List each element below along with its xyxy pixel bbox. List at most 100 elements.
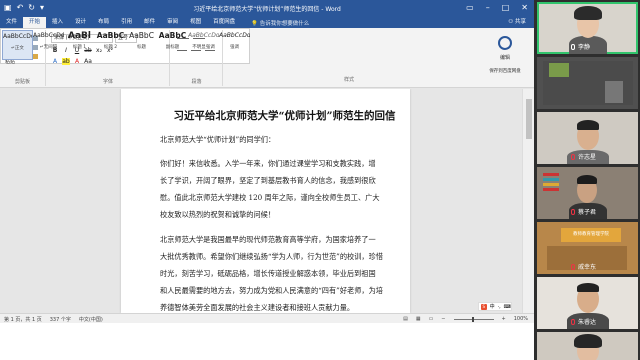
ime-keyboard-icon[interactable]: ⌨ [504,304,511,310]
mic-icon [571,43,575,50]
tab-review[interactable]: 审阅 [161,17,184,28]
style-sample: AaBbCcDd [3,33,32,40]
doc-line: 你们好！来信收悉。入学一年来，你们通过课堂学习和支教实践，增 [160,159,376,168]
style-no-spacing[interactable]: AaBbCcDd ↵无间隔 [33,30,64,60]
zoom-slider[interactable] [453,316,494,322]
title-bar: ▣ ↶ ↻ ▾ 习近平给北京师范大学“优师计划”师范生的回信 - Word ▭ … [0,0,534,17]
doc-line: 大批优秀教师。希望你们继续弘扬“学为人师，行为世范”的校训，珍惜 [160,252,383,261]
tab-design[interactable]: 设计 [69,17,92,28]
doc-line: 慰。值此北京师范大学建校 120 周年之际，谨向全校师生员工、广大 [160,193,380,202]
participant-name: 李静 [578,44,591,51]
save-to-netdisk-label[interactable]: 保存到百度网盘 [476,68,534,74]
clipboard-group-label: 剪贴板 [14,79,30,85]
document-page[interactable]: 习近平给北京师范大学“优师计划”师范生的回信 ↵ 北京师范大学“优师计划”的同学… [121,89,410,313]
sogou-ime-icon[interactable]: S [481,303,487,310]
doc-line: 时光，刻苦学习，砥砺品格，增长传道授业解惑本领，毕业后到祖国 [160,269,376,278]
word-count[interactable]: 337 个字 [50,316,71,323]
style-name: 副标题 [165,45,180,50]
close-icon[interactable]: ✕ [521,3,528,13]
participant-tile[interactable] [537,57,638,109]
scroll-thumb[interactable] [526,99,532,139]
maximize-icon[interactable]: □ [502,3,510,13]
tab-mailings[interactable]: 邮件 [138,17,161,28]
word-window: ▣ ↶ ↻ ▾ 习近平给北京师范大学“优师计划”师范生的回信 - Word ▭ … [0,0,534,360]
style-normal[interactable]: AaBbCcDd ↵正文 [2,30,33,60]
read-mode-icon[interactable]: ▤ [403,316,408,322]
find-icon[interactable] [498,36,512,50]
editing-group: 编辑 保存到百度网盘 [476,30,534,86]
style-name: 标题 [137,45,146,50]
participant-name: 戚幸东 [578,264,597,271]
zoom-out-icon[interactable]: − [441,316,445,322]
window-controls: ▭ – □ ✕ [466,3,528,13]
style-sample: AaBbC [96,31,125,40]
paragraph-mark: ↵ [365,110,371,118]
editing-label[interactable]: 编辑 [480,54,530,61]
tab-insert[interactable]: 插入 [46,17,69,28]
participant-tile[interactable]: 许志星 [537,112,638,164]
style-name: 强调 [230,45,239,50]
style-title[interactable]: AaBbC 标题 [126,30,157,60]
paragraph-group-label: 段落 [191,79,202,85]
style-sample: AaBbC [129,31,154,40]
styles-group-label: 样式 [343,77,354,83]
mic-muted-icon [571,263,575,270]
mic-muted-icon [571,318,575,325]
share-button[interactable]: ⚇ 共享 [508,17,526,28]
tell-me-search[interactable]: 💡 告诉我你想要做什么 [251,19,309,27]
participant-name: 蔡子君 [578,209,597,216]
doc-line: 和人民最需要的地方去，努力成为党和人民满意的“四有”好老师，为培 [160,286,383,295]
style-subtle-emphasis[interactable]: AaBbCcDd 不明显强调 [188,30,219,60]
ribbon-display-icon[interactable]: ▭ [466,3,474,13]
doc-line: 北京师范大学是我国最早的现代师范教育高等学府，为国家培养了一 [160,235,376,244]
tab-view[interactable]: 视图 [184,17,207,28]
tell-me-text: 告诉我你想要做什么 [259,20,310,27]
zoom-level[interactable]: 100% [514,316,528,322]
style-sample: AaBbCcDd [188,32,219,39]
ribbon-tabs: 文件 开始 插入 设计 布局 引用 邮件 审阅 视图 百度网盘 💡 告诉我你想要… [0,17,534,28]
tab-layout[interactable]: 布局 [92,17,115,28]
style-subtitle[interactable]: AaBbC 副标题 [157,30,188,60]
styles-gallery: AaBbCcDd ↵正文 AaBbCcDd ↵无间隔 AaBl 标题 1 AaB… [0,28,250,64]
ime-toolbar[interactable]: S 中 ·, ⌨ [478,302,512,311]
banner-text: 教师教育管理学院 [561,228,621,242]
style-emphasis[interactable]: AaBbCcDd 强调 [219,30,250,60]
tab-file[interactable]: 文件 [0,17,23,28]
style-name: 不明显强调 [192,45,215,50]
participant-tile[interactable]: 李静 [537,2,638,54]
style-sample: AaBbCcDd [33,32,64,39]
vertical-scrollbar[interactable] [522,89,534,313]
print-layout-icon[interactable]: ▦ [416,316,421,322]
participant-tile[interactable]: 教师教育管理学院 戚幸东 [537,222,638,274]
document-area: 习近平给北京师范大学“优师计划”师范生的回信 ↵ 北京师范大学“优师计划”的同学… [0,89,534,313]
style-sample: AaBbCcDd [219,32,250,39]
doc-line: 校友致以热烈的祝贺和诚挚的问候！ [160,210,276,219]
language-indicator[interactable]: 中文(中国) [79,316,103,323]
style-sample: AaBl [68,31,91,41]
zoom-in-icon[interactable]: + [502,316,506,322]
participant-name: 朱睿达 [578,319,597,326]
style-heading-1[interactable]: AaBl 标题 1 [64,30,95,60]
participant-tile[interactable] [537,332,638,360]
font-group-label: 字体 [102,79,113,85]
participant-tile[interactable]: 蔡子君 [537,167,638,219]
web-layout-icon[interactable]: ▭ [429,316,434,322]
minimize-icon[interactable]: – [486,3,490,13]
style-heading-2[interactable]: AaBbC 标题 2 [95,30,126,60]
participant-tile[interactable]: 朱睿达 [537,277,638,329]
ime-mode-label[interactable]: 中 [490,303,495,310]
share-label: 共享 [514,19,526,25]
page-count[interactable]: 第 1 页，共 1 页 [4,316,42,323]
mic-muted-icon [571,153,575,160]
window-title: 习近平给北京师范大学“优师计划”师范生的回信 - Word [193,6,341,13]
ime-punct-icon[interactable]: ·, [498,304,501,310]
style-name: ↵无间隔 [39,45,58,50]
participant-name: 许志星 [578,154,597,161]
style-name: ↵正文 [11,46,24,51]
screen-share-bottom-area [0,323,534,360]
tab-baidu-netdisk[interactable]: 百度网盘 [207,17,241,28]
doc-line: 养德智体美劳全面发展的社会主义建设者和接班人贡献力量。 [160,303,355,312]
tab-references[interactable]: 引用 [115,17,138,28]
doc-line: 长了学识，开阔了眼界，坚定了到基层教书育人的信念，我感到很欣 [160,176,376,185]
tab-home[interactable]: 开始 [23,17,47,28]
